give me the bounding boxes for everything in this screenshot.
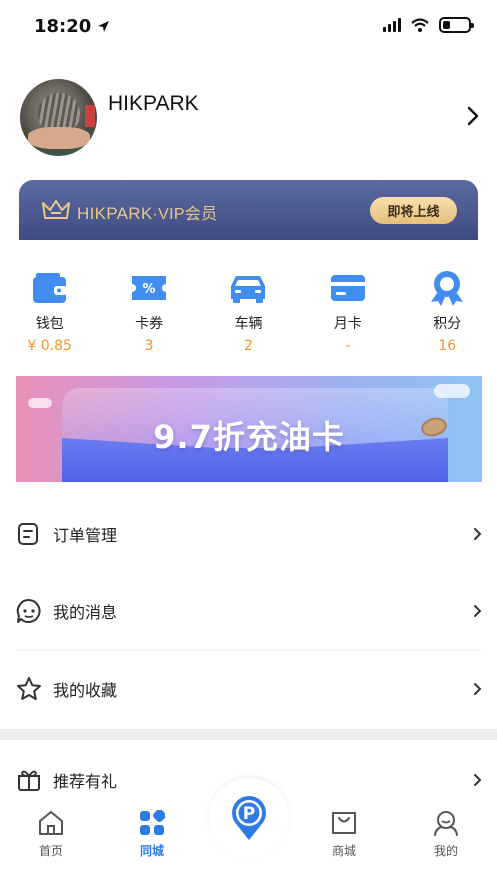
- stat-value: -: [345, 338, 351, 354]
- chevron-right-icon: [474, 605, 482, 617]
- vip-banner[interactable]: HIKPARK·VIP会员 即将上线: [19, 180, 478, 240]
- wifi-icon: [411, 18, 429, 32]
- tab-bar: 首页 同城 P 商城 我的: [0, 778, 497, 883]
- signal-icon: [383, 18, 401, 32]
- battery-icon: [439, 17, 474, 33]
- svg-text:P: P: [243, 804, 255, 824]
- vip-brand: HIKPARK: [77, 204, 153, 223]
- shop-icon: [332, 812, 356, 834]
- star-icon: [17, 677, 41, 700]
- stat-points[interactable]: 积分 16: [398, 268, 497, 358]
- promo-banner[interactable]: 9.7折充油卡: [16, 376, 482, 482]
- stat-coupon[interactable]: % 卡券 3: [99, 268, 198, 358]
- svg-text:%: %: [143, 282, 156, 297]
- menu-label: 我的消息: [53, 603, 118, 622]
- badge-icon: [431, 271, 464, 306]
- stat-label: 卡券: [135, 316, 164, 332]
- chevron-right-icon: [474, 683, 482, 695]
- tab-profile[interactable]: 我的: [406, 810, 486, 859]
- promo-text: 9.7折充油卡: [153, 418, 345, 456]
- parking-icon: P: [232, 795, 266, 840]
- stat-value: 2: [244, 338, 253, 354]
- stat-label: 月卡: [333, 316, 362, 332]
- menu-item-messages[interactable]: 我的消息: [0, 573, 497, 649]
- profile-icon: [434, 811, 458, 836]
- tab-label: 我的: [433, 844, 458, 858]
- parking-button[interactable]: P: [209, 778, 289, 858]
- stat-value: 16: [438, 338, 457, 354]
- menu-label: 订单管理: [53, 526, 118, 545]
- status-bar: 18:20: [0, 0, 497, 52]
- stat-wallet[interactable]: 钱包 ¥ 0.85: [0, 268, 99, 358]
- stat-label: 积分: [433, 316, 462, 332]
- car-icon: [231, 276, 266, 303]
- tab-label: 同城: [139, 844, 164, 858]
- profile-header[interactable]: HIKPARK: [0, 70, 497, 170]
- chevron-right-icon: [474, 774, 482, 786]
- stat-value: ¥ 0.85: [27, 338, 72, 354]
- stat-label: 车辆: [234, 316, 263, 332]
- order-icon: [18, 523, 38, 545]
- stat-label: 钱包: [35, 316, 64, 332]
- card-icon: [330, 275, 365, 301]
- section-separator: [0, 729, 497, 740]
- battery-level: [443, 21, 451, 29]
- home-icon: [39, 811, 63, 835]
- tab-home[interactable]: 首页: [11, 810, 91, 859]
- tab-city[interactable]: 同城: [112, 810, 192, 859]
- menu-item-orders[interactable]: 订单管理: [0, 496, 497, 572]
- chevron-right-icon[interactable]: [467, 106, 479, 126]
- gift-icon: [18, 770, 40, 791]
- vip-tier: ·VIP会员: [152, 206, 218, 223]
- avatar[interactable]: [20, 79, 97, 156]
- stats-row: 钱包 ¥ 0.85 % 卡券 3 车辆 2 月卡 - 积分 16: [0, 268, 497, 358]
- status-time: 18:20: [34, 16, 110, 37]
- grid-icon: [140, 810, 165, 835]
- coming-soon-button[interactable]: 即将上线: [370, 197, 457, 224]
- chevron-right-icon: [474, 528, 482, 540]
- vip-title: HIKPARK·VIP会员: [77, 200, 217, 224]
- menu-label: 推荐有礼: [53, 772, 118, 791]
- status-icons: [383, 17, 474, 33]
- clock: 18:20: [34, 16, 92, 37]
- crown-icon: [42, 200, 70, 219]
- coupon-icon: %: [132, 276, 167, 300]
- username: HIKPARK: [108, 92, 199, 115]
- wallet-icon: [32, 273, 67, 303]
- stat-monthly-card[interactable]: 月卡 -: [298, 268, 397, 358]
- tab-label: 首页: [38, 844, 63, 858]
- menu-label: 我的收藏: [53, 681, 118, 700]
- tab-mall[interactable]: 商城: [304, 810, 384, 859]
- location-arrow-icon: [98, 21, 110, 32]
- menu-item-favorites[interactable]: 我的收藏: [0, 651, 497, 727]
- stat-vehicle[interactable]: 车辆 2: [199, 268, 298, 358]
- message-icon: [16, 598, 41, 623]
- tab-label: 商城: [331, 844, 356, 858]
- stat-value: 3: [144, 338, 154, 354]
